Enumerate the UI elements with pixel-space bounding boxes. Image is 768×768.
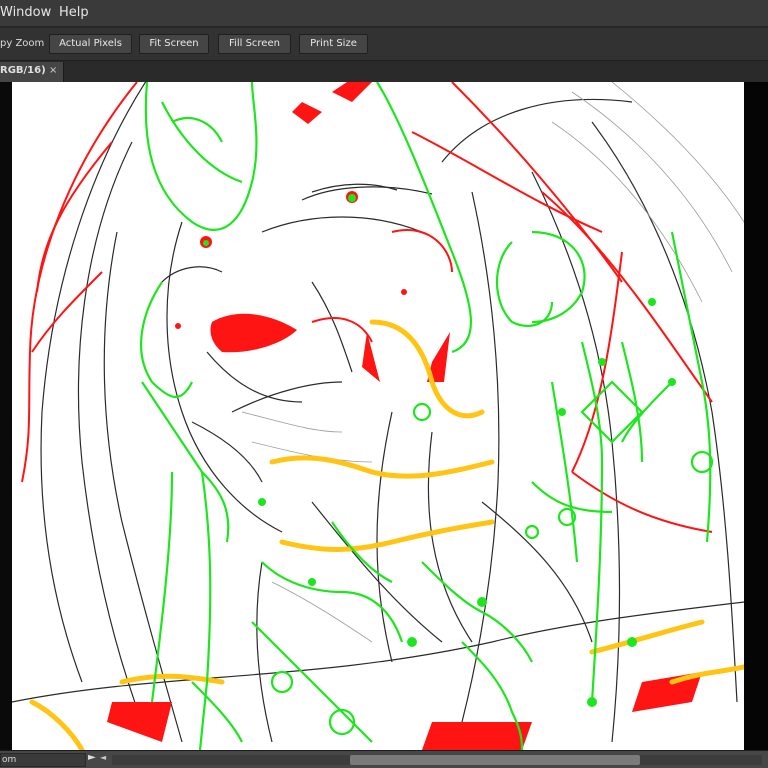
sketch-artwork [12,82,744,750]
close-icon[interactable]: × [49,65,57,76]
print-size-button[interactable]: Print Size [299,34,368,54]
green-color-layer [140,82,714,750]
status-menu-arrow-icon[interactable]: ► [88,752,96,763]
document-tab[interactable]: RGB/16) × [0,62,64,82]
options-bar: py Zoom Actual Pixels Fit Screen Fill Sc… [0,28,768,61]
menu-window[interactable]: Window [0,5,51,20]
document-canvas[interactable] [12,82,744,750]
zoom-level-field[interactable]: om [0,753,86,767]
yellow-color-layer [29,319,744,750]
menu-help[interactable]: Help [59,5,89,20]
red-color-layer [21,82,713,533]
fill-screen-button[interactable]: Fill Screen [218,34,291,54]
green-dots [203,194,676,707]
light-sketch-layer [241,82,744,643]
workspace-edge-right [744,82,768,750]
scrubby-zoom-checkbox-label[interactable]: py Zoom [0,38,44,49]
menu-bar: Window Help [0,0,768,27]
horizontal-scrollbar-thumb[interactable] [350,755,640,765]
scroll-left-arrow-icon[interactable]: ◄ [100,753,106,762]
red-fills [107,82,702,750]
photoshop-window: Window Help py Zoom Actual Pixels Fit Sc… [0,0,768,768]
document-tab-label: RGB/16) [0,65,46,76]
document-tab-strip: RGB/16) × [0,62,768,82]
status-bar: om ► ◄ [0,750,768,768]
workspace-edge [0,82,12,750]
horizontal-scrollbar[interactable] [112,755,762,765]
workspace [0,82,768,750]
actual-pixels-button[interactable]: Actual Pixels [49,34,132,54]
fit-screen-button[interactable]: Fit Screen [139,34,209,54]
